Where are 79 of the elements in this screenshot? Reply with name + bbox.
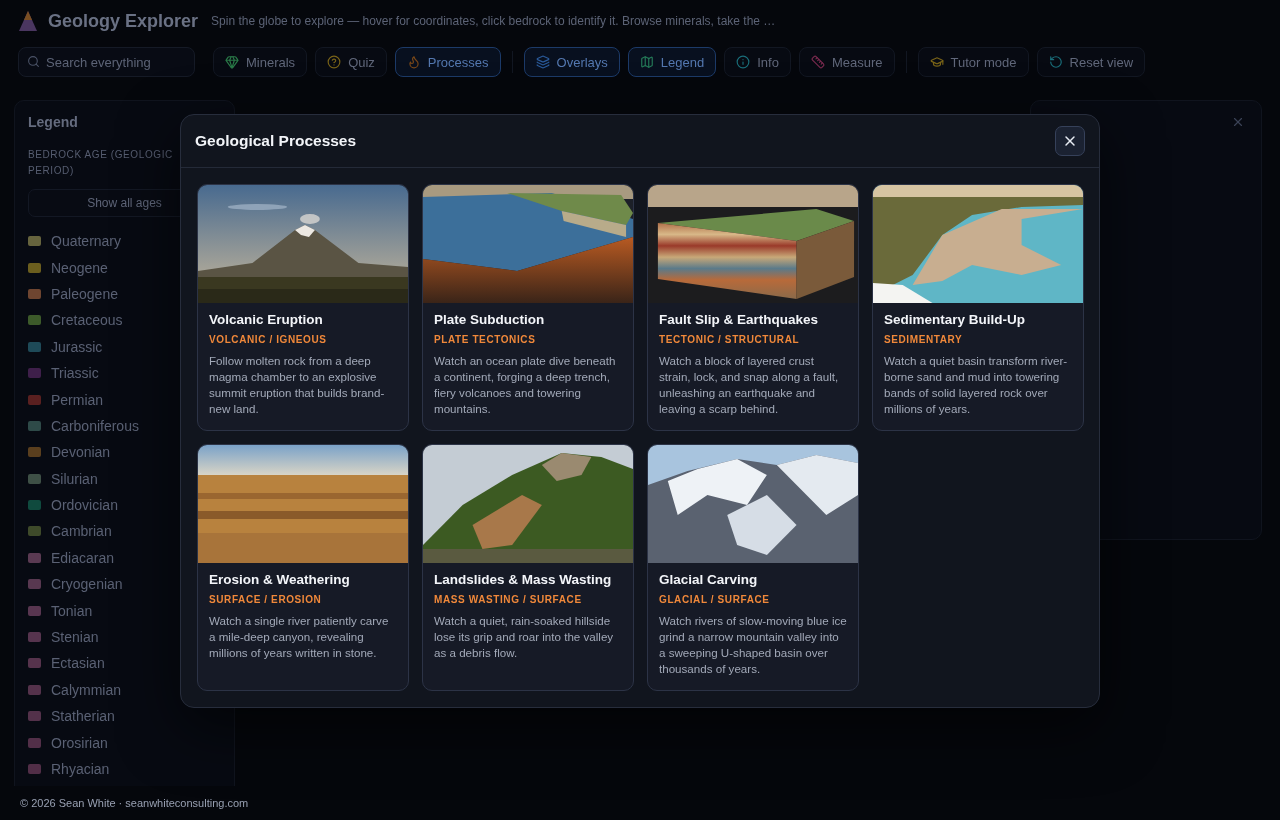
info-icon — [736, 55, 751, 69]
map-icon — [639, 55, 654, 69]
toolbar-button[interactable]: Reset view — [1036, 47, 1146, 77]
card-title: Plate Subduction — [434, 311, 546, 329]
card-description: Watch a block of layered crust strain, lock, and snap along a fault, unleashing an earthquake and leaving a scarp behind. — [659, 353, 840, 417]
card-description: Watch rivers of slow-moving blue ice grind a narrow mountain valley into a sweeping U-shaped basin over thousands of years. — [659, 613, 847, 677]
card-title: Sedimentary Build-Up — [884, 311, 1027, 329]
toolbar-button[interactable]: Quiz — [315, 47, 387, 77]
app-subtitle: Spin the globe to explore — hover for coordinates, click bedrock to identify it. Browse minerals, take the … — [211, 14, 776, 28]
card-description: Watch a single river patiently carve a mile-deep canyon, revealing millions of years written in stone. — [209, 613, 390, 661]
toolbar-button[interactable]: Measure — [798, 47, 895, 77]
period-name: Carboniferous — [51, 417, 139, 434]
period-name: Neogene — [51, 259, 108, 276]
help-icon — [327, 55, 342, 69]
app-title: Geology Explorer — [48, 10, 199, 32]
period-name: Quaternary — [51, 233, 122, 250]
card-title: Glacial Carving — [659, 571, 759, 589]
card-category: MASS WASTING / SURFACE — [434, 593, 583, 607]
process-card[interactable]: Volcanic Eruption VOLCANIC / IGNEOUS Follow molten rock from a deep magma chamber to an explosive summit eruption that builds brand-new land. — [197, 184, 409, 431]
process-card[interactable]: Sedimentary Build-Up SEDIMENTARY Watch a quiet basin transform river-borne sand and mud into towering bands of solid layered rock over millions of years. — [872, 184, 1084, 431]
process-card[interactable]: Landslides & Mass Wasting MASS WASTING / SURFACE Watch a quiet, rain-soaked hillside lose its grip and roar into the valley as a debris flow. — [422, 444, 634, 691]
card-description: Watch an ocean plate dive beneath a continent, forging a deep trench, fiery volcanoes and towering mountains. — [434, 353, 617, 417]
toolbar-button[interactable]: Processes — [394, 47, 501, 77]
search-field[interactable]: Search everything — [18, 47, 195, 77]
search-icon — [27, 55, 40, 68]
card-category: TECTONIC / STRUCTURAL — [659, 333, 801, 347]
period-name: Ediacaran — [51, 549, 115, 566]
copyright-text: © 2026 Sean White · seanwhiteconsulting.com — [20, 797, 249, 809]
period-name: Stenian — [51, 629, 99, 646]
close-button[interactable] — [1055, 126, 1085, 156]
close-icon — [1231, 115, 1245, 129]
period-name: Tonian — [51, 602, 93, 619]
card-title: Erosion & Weathering — [209, 571, 351, 589]
period-name: Cambrian — [51, 523, 112, 540]
period-name: Orosirian — [51, 734, 108, 751]
period-name: Triassic — [51, 365, 99, 382]
panel-subtitle: BEDROCK AGE (GEOLOGIC PERIOD) — [28, 148, 174, 178]
panel-title: Legend — [28, 113, 79, 131]
reset-icon — [1048, 55, 1063, 69]
period-name: Permian — [51, 391, 104, 408]
period-name: Jurassic — [51, 338, 103, 355]
card-description: Watch a quiet basin transform river-borne sand and mud into towering bands of solid layered rock over millions of years. — [884, 353, 1069, 417]
toolbar-button[interactable]: Info — [724, 47, 791, 77]
period-name: Paleogene — [51, 285, 118, 302]
layers-icon — [535, 55, 550, 69]
mountain-logo-icon — [18, 10, 38, 32]
card-title: Landslides & Mass Wasting — [434, 571, 613, 589]
period-name: Cretaceous — [51, 312, 123, 329]
card-category: VOLCANIC / IGNEOUS — [209, 333, 328, 347]
card-category: SURFACE / EROSION — [209, 593, 323, 607]
period-name: Cryogenian — [51, 576, 123, 593]
toolbar-button[interactable]: Tutor mode — [917, 47, 1029, 77]
card-title: Fault Slip & Earthquakes — [659, 311, 820, 329]
period-name: Statherian — [51, 708, 115, 725]
card-description: Watch a quiet, rain-soaked hillside lose its grip and roar into the valley as a debris flow. — [434, 613, 615, 661]
process-card[interactable]: Plate Subduction PLATE TECTONICS Watch an ocean plate dive beneath a continent, forging a deep trench, fiery volcanoes and towering mountains. — [422, 184, 634, 431]
process-card[interactable]: Glacial Carving GLACIAL / SURFACE Watch rivers of slow-moving blue ice grind a narrow mountain valley into a sweeping U-shaped basin over thousands of years. — [647, 444, 859, 691]
graduation-cap-icon — [929, 55, 944, 69]
close-icon — [1062, 133, 1078, 149]
period-name: Ordovician — [51, 497, 118, 514]
card-category: SEDIMENTARY — [884, 333, 964, 347]
card-category: GLACIAL / SURFACE — [659, 593, 771, 607]
process-card[interactable]: Erosion & Weathering SURFACE / EROSION Watch a single river patiently carve a mile-deep canyon, revealing millions of years written in stone. — [197, 444, 409, 691]
card-title: Volcanic Eruption — [209, 311, 324, 329]
flame-icon — [406, 55, 421, 69]
gem-icon — [225, 55, 239, 69]
card-description: Follow molten rock from a deep magma chamber to an explosive summit eruption that builds brand-new land. — [209, 353, 386, 417]
toolbar-button[interactable]: Minerals — [213, 47, 308, 77]
toolbar-button[interactable]: Legend — [627, 47, 717, 77]
period-name: Calymmian — [51, 681, 121, 698]
card-category: PLATE TECTONICS — [434, 333, 537, 347]
period-name: Ectasian — [51, 655, 105, 672]
period-name: Silurian — [51, 470, 98, 487]
toolbar-button[interactable]: Overlays — [523, 47, 620, 77]
dialog-title: Geological Processes — [195, 132, 357, 150]
process-card[interactable]: Fault Slip & Earthquakes TECTONIC / STRUCTURAL Watch a block of layered crust strain, lock, and snap along a fault, unleashing an earthquake and leaving a scarp behind. — [647, 184, 859, 431]
period-name: Rhyacian — [51, 761, 110, 777]
period-name: Devonian — [51, 444, 111, 461]
ruler-icon — [810, 55, 825, 69]
